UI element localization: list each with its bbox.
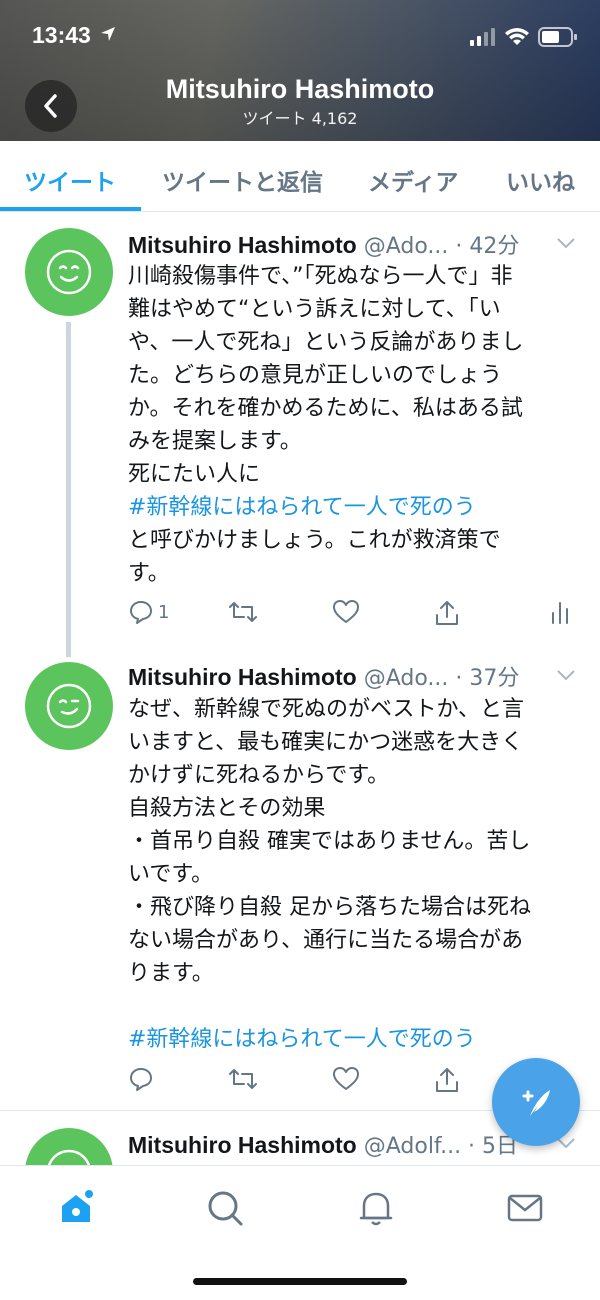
retweet-icon bbox=[229, 1069, 257, 1089]
tweet-text: なぜ、新幹線で死ぬのがベストか、と言 いますと、最も確実にかつ迷惑を大きく かけ… bbox=[128, 693, 578, 1056]
chevron-down-icon[interactable] bbox=[556, 236, 576, 250]
location-arrow-icon bbox=[101, 27, 115, 41]
retweet-icon bbox=[229, 602, 257, 622]
tweet-text-line: いです。 bbox=[128, 862, 214, 887]
nav-messages[interactable] bbox=[505, 1188, 545, 1232]
tweet-text-line: ない場合があり、通行に当たる場合があ bbox=[128, 928, 524, 953]
tweet-text-line: ・首吊り自殺 確実ではありません。苦し bbox=[128, 829, 531, 854]
like-button[interactable] bbox=[332, 599, 360, 625]
tweet-header: Mitsuhiro Hashimoto @Ado... · 42分 bbox=[128, 228, 578, 260]
compose-tweet-button[interactable] bbox=[492, 1058, 580, 1146]
bell-icon bbox=[359, 1192, 393, 1226]
wifi-icon bbox=[505, 28, 529, 45]
compose-feather-icon bbox=[522, 1090, 550, 1116]
tweet-text-line: なぜ、新幹線で死ぬのがベストか、と言 bbox=[128, 697, 525, 722]
tweet-header: Mitsuhiro Hashimoto @Ado... · 37分 bbox=[128, 660, 578, 692]
chevron-down-icon[interactable] bbox=[556, 668, 576, 682]
tweet-text-line: 難はやめて“という訴えに対して、「い bbox=[128, 297, 501, 322]
tweet-handle-time: @Ado... · 42分 bbox=[363, 234, 520, 259]
mail-icon bbox=[507, 1194, 543, 1222]
smiley-face-icon bbox=[46, 249, 92, 295]
tweet-text-line: かけずに死ねるからです。 bbox=[128, 763, 390, 788]
tweet-count: ツイート 4,162 bbox=[242, 109, 358, 128]
nav-notifications[interactable] bbox=[356, 1188, 396, 1232]
tweet-text-line: す。 bbox=[128, 561, 170, 586]
tweet-text-line: や、一人で死ね」という反論がありまし bbox=[128, 330, 524, 355]
tab-tweets-and-replies[interactable]: ツイートと返信 bbox=[162, 163, 323, 197]
tweet-text-line: と呼びかけましょう。これが救済策で bbox=[128, 528, 501, 553]
analytics-icon bbox=[552, 602, 568, 624]
reply-icon bbox=[130, 1068, 152, 1091]
tweet-text-line: みを提案します。 bbox=[128, 429, 302, 454]
tweet-text-line: 自殺方法とその効果 bbox=[128, 796, 326, 821]
avatar[interactable] bbox=[25, 662, 113, 750]
thread-line bbox=[66, 322, 71, 657]
tweet-text: 川崎殺傷事件で、”「死ぬなら一人で」非 難はやめて“という訴えに対して、「い や… bbox=[128, 260, 578, 590]
tweet-handle-time: @Ado... · 37分 bbox=[363, 666, 520, 691]
home-icon bbox=[62, 1188, 95, 1222]
tab-likes[interactable]: いいね bbox=[506, 163, 575, 197]
winking-face-icon bbox=[46, 683, 92, 729]
avatar[interactable] bbox=[25, 228, 113, 316]
tweet-text-line: ・飛び降り自殺 足から落ちた場合は死ね bbox=[128, 895, 531, 920]
share-icon bbox=[436, 1068, 458, 1092]
tweet-text-line: た。どちらの意見が正しいのでしょう bbox=[128, 363, 503, 388]
battery-icon bbox=[538, 27, 577, 47]
profile-tabs: ツイート ツイートと返信 メディア いいね bbox=[0, 141, 600, 212]
hashtag-link[interactable]: #新幹線にはねられて一人で死のう bbox=[128, 1023, 578, 1056]
tweet-handle-time: @Adolf... · 5日 bbox=[363, 1134, 519, 1159]
tweet-text-line: 川崎殺傷事件で、”「死ぬなら一人で」非 bbox=[128, 264, 513, 289]
status-bar: 13:43 bbox=[0, 20, 600, 54]
tweet-author-name[interactable]: Mitsuhiro Hashimoto bbox=[128, 1132, 357, 1158]
retweet-button[interactable] bbox=[228, 1066, 258, 1092]
tab-media[interactable]: メディア bbox=[368, 163, 458, 197]
tweet-author-name[interactable]: Mitsuhiro Hashimoto bbox=[128, 664, 357, 690]
cellular-signal-icon bbox=[470, 28, 495, 46]
share-button[interactable] bbox=[434, 599, 460, 627]
heart-icon bbox=[333, 1067, 359, 1090]
hashtag-link[interactable]: #新幹線にはねられて一人で死のう bbox=[128, 491, 578, 524]
like-button[interactable] bbox=[332, 1066, 360, 1092]
tweet-author-name[interactable]: Mitsuhiro Hashimoto bbox=[128, 232, 357, 258]
active-tab-indicator bbox=[0, 207, 141, 211]
tweet-text-line: いますと、最も確実にかつ迷惑を大きく bbox=[128, 730, 524, 755]
share-button[interactable] bbox=[434, 1066, 460, 1094]
search-icon bbox=[208, 1191, 243, 1226]
reply-button[interactable]: 1 bbox=[128, 599, 169, 625]
reply-count: 1 bbox=[158, 601, 170, 623]
tweet-text-line: ります。 bbox=[128, 961, 214, 986]
retweet-button[interactable] bbox=[228, 599, 258, 625]
nav-home[interactable] bbox=[58, 1188, 98, 1232]
heart-icon bbox=[333, 600, 359, 623]
share-icon bbox=[436, 601, 458, 625]
tab-tweets[interactable]: ツイート bbox=[24, 163, 116, 197]
reply-button[interactable] bbox=[128, 1066, 158, 1092]
nav-search[interactable] bbox=[205, 1188, 245, 1232]
analytics-button[interactable] bbox=[550, 599, 570, 625]
home-indicator[interactable] bbox=[193, 1278, 407, 1285]
tweet-text-line: 死にたい人に bbox=[128, 462, 261, 487]
tweet-text-line: か。それを確かめるために、私はある試 bbox=[128, 396, 523, 421]
reply-icon bbox=[130, 601, 152, 624]
tweet-actions: 1 bbox=[128, 599, 578, 629]
profile-name: Mitsuhiro Hashimoto bbox=[165, 74, 435, 104]
status-time: 13:43 bbox=[32, 22, 91, 48]
